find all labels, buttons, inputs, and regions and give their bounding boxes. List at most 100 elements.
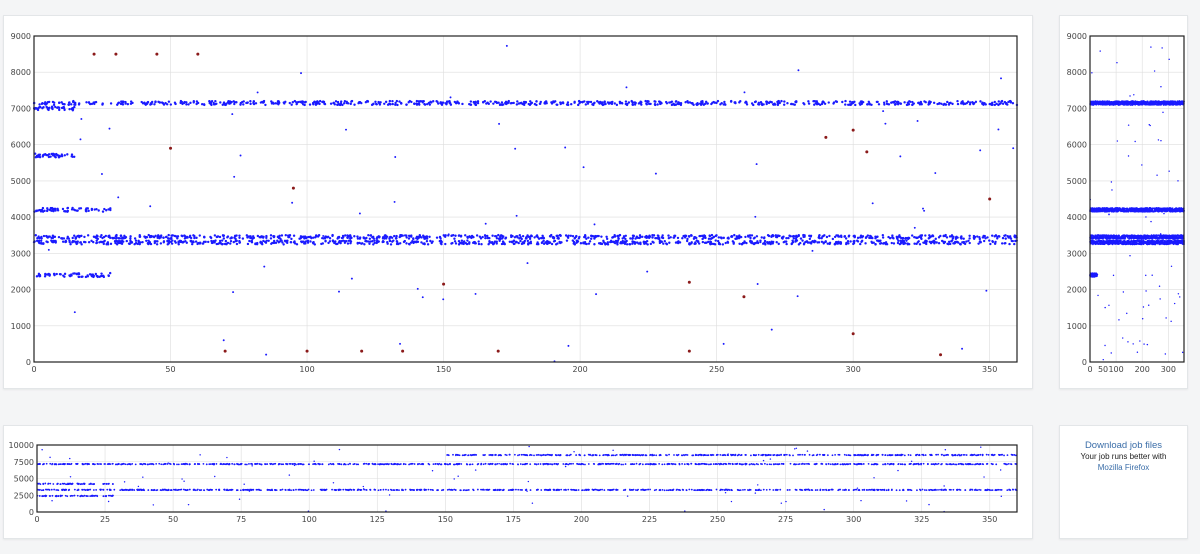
- data-point: [515, 214, 518, 217]
- data-point: [397, 242, 400, 246]
- data-point: [250, 240, 253, 243]
- data-point: [147, 233, 150, 237]
- data-point: [386, 240, 389, 244]
- data-point: [1106, 100, 1108, 103]
- data-point: [119, 102, 123, 106]
- data-point: [1142, 240, 1145, 243]
- data-point: [350, 100, 353, 103]
- data-point: [150, 102, 153, 106]
- data-point: [577, 99, 581, 103]
- data-point: [916, 119, 919, 122]
- data-point: [639, 100, 642, 103]
- data-point: [899, 236, 902, 239]
- data-point: [71, 240, 75, 244]
- data-point: [263, 265, 266, 268]
- data-point: [1108, 242, 1111, 245]
- data-point: [896, 237, 899, 241]
- data-point: [609, 102, 613, 105]
- data-point: [440, 242, 443, 246]
- data-point: [528, 235, 532, 239]
- data-point: [868, 236, 871, 240]
- data-point: [166, 237, 170, 240]
- data-point: [514, 147, 517, 150]
- data-point: [284, 240, 287, 243]
- data-point: [1104, 237, 1107, 240]
- data-point: [374, 102, 378, 106]
- data-point: [99, 274, 103, 278]
- data-point: [797, 69, 800, 72]
- data-point: [262, 239, 265, 243]
- data-point: [1093, 242, 1095, 245]
- data-point: [918, 243, 922, 246]
- data-point: [621, 102, 624, 105]
- data-point: [916, 241, 920, 244]
- data-point: [852, 242, 855, 246]
- data-point: [415, 99, 419, 103]
- data-point: [213, 241, 216, 244]
- data-point: [1146, 243, 1149, 246]
- data-point: [993, 235, 996, 238]
- data-point: [674, 241, 678, 244]
- data-point: [1098, 238, 1101, 240]
- data-point: [1169, 102, 1172, 105]
- data-point: [405, 242, 408, 245]
- data-point: [589, 237, 593, 240]
- data-point: [282, 101, 286, 104]
- data-point: [754, 100, 757, 103]
- data-point: [425, 237, 429, 240]
- data-point: [196, 52, 200, 56]
- data-point: [809, 234, 813, 237]
- data-point: [238, 234, 241, 237]
- data-point: [249, 102, 252, 106]
- data-point: [928, 102, 931, 105]
- data-point: [755, 163, 758, 166]
- data-point: [1013, 242, 1016, 246]
- data-point: [1133, 242, 1135, 245]
- data-point: [95, 234, 99, 237]
- main-chart[interactable]: 01000200030004000500060007000800090000 50…: [4, 16, 1032, 388]
- data-point: [848, 100, 852, 103]
- data-point: [231, 113, 234, 116]
- data-point: [817, 241, 821, 244]
- data-point: [988, 239, 991, 242]
- x-tick-label: 50: [1098, 365, 1108, 374]
- data-point: [946, 100, 949, 104]
- data-point: [46, 208, 49, 211]
- data-point: [83, 235, 86, 239]
- data-point: [513, 242, 516, 245]
- data-point: [649, 242, 653, 246]
- data-point: [649, 102, 652, 106]
- data-point: [52, 272, 56, 276]
- data-point: [51, 234, 55, 237]
- data-point: [215, 102, 218, 106]
- data-point: [84, 240, 87, 244]
- data-point: [1157, 240, 1160, 242]
- data-point: [624, 237, 627, 241]
- data-point: [486, 234, 489, 238]
- data-point: [961, 347, 964, 350]
- data-point: [944, 103, 947, 106]
- data-point: [115, 239, 118, 243]
- data-point: [194, 240, 198, 243]
- data-point: [323, 102, 327, 106]
- side-chart[interactable]: 01000200030004000500060007000800090000 10…: [1060, 16, 1187, 388]
- data-point: [95, 274, 99, 278]
- data-point: [321, 242, 325, 245]
- data-point: [665, 243, 669, 246]
- data-point: [686, 101, 690, 104]
- x-tick-label: 350: [982, 365, 997, 374]
- data-point: [423, 242, 426, 245]
- data-point: [998, 235, 1001, 238]
- data-point: [170, 242, 174, 245]
- data-point: [185, 241, 188, 244]
- data-point: [730, 235, 733, 238]
- data-point: [1008, 242, 1011, 246]
- data-point: [910, 234, 914, 237]
- data-point: [422, 234, 425, 237]
- data-point: [450, 234, 454, 237]
- data-point: [374, 100, 377, 104]
- data-point: [332, 101, 336, 105]
- data-point: [339, 241, 342, 245]
- data-point: [223, 102, 226, 106]
- data-point: [251, 235, 255, 238]
